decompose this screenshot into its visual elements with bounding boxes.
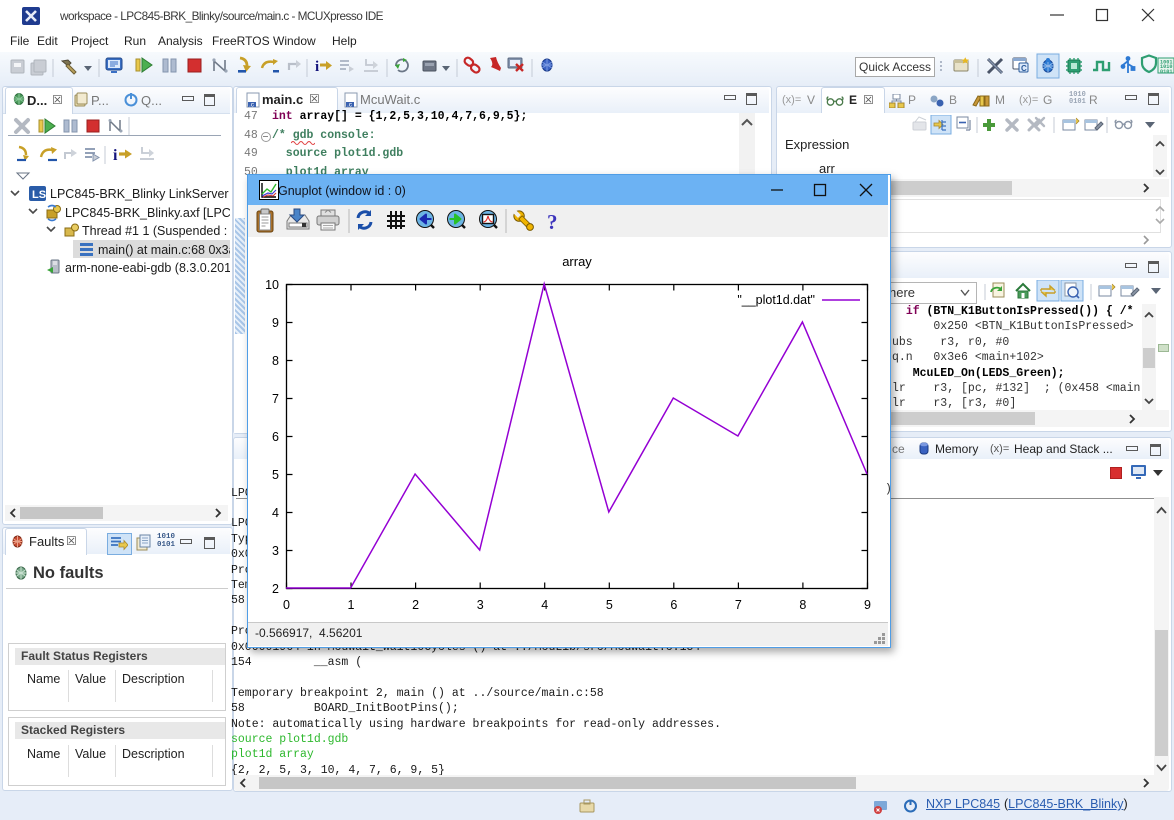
- svg-text:6: 6: [670, 598, 677, 612]
- svg-text:9: 9: [864, 598, 871, 612]
- svg-text:5: 5: [606, 598, 613, 612]
- svg-text:1: 1: [348, 598, 355, 612]
- svg-text:8: 8: [799, 598, 806, 612]
- svg-text:?: ?: [547, 210, 558, 234]
- svg-text:6: 6: [272, 430, 279, 444]
- svg-text:4: 4: [272, 506, 279, 520]
- svg-text:array: array: [562, 254, 592, 269]
- svg-text:0: 0: [283, 598, 290, 612]
- svg-text:5: 5: [272, 468, 279, 482]
- svg-text:i: i: [315, 59, 319, 75]
- svg-text:8: 8: [272, 354, 279, 368]
- svg-text:7: 7: [272, 392, 279, 406]
- svg-text:3: 3: [272, 544, 279, 558]
- svg-text:10: 10: [265, 278, 279, 292]
- svg-text:3: 3: [477, 598, 484, 612]
- svg-text:9: 9: [272, 316, 279, 330]
- svg-text:2: 2: [412, 598, 419, 612]
- svg-text:"__plot1d.dat": "__plot1d.dat": [737, 293, 815, 307]
- svg-text:0101: 0101: [1160, 69, 1172, 75]
- svg-text:LS: LS: [32, 189, 46, 201]
- svg-text:2: 2: [272, 582, 279, 596]
- svg-text:7: 7: [735, 598, 742, 612]
- svg-text:i: i: [113, 147, 118, 164]
- svg-text:C: C: [1021, 64, 1027, 73]
- svg-text:4: 4: [541, 598, 548, 612]
